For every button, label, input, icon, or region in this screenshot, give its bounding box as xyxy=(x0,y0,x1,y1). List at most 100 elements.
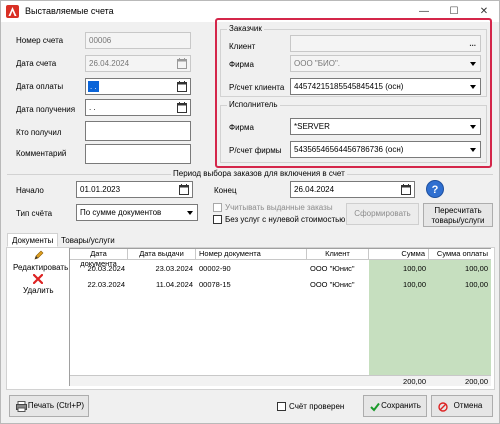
help-icon: ? xyxy=(431,184,439,196)
calendar-icon[interactable] xyxy=(177,58,187,69)
invoice-date-value: 26.04.2024 xyxy=(89,59,130,68)
pencil-icon[interactable] xyxy=(33,250,44,261)
start-date-value: 01.01.2023 xyxy=(80,185,121,194)
cell-sum: 100,00 xyxy=(403,280,426,289)
cell-issue-date: 11.04.2024 xyxy=(156,280,193,289)
chevron-down-icon xyxy=(187,211,193,215)
firm-account-select[interactable]: 54356546564456786736 (осн) xyxy=(290,141,481,158)
invoice-type-label: Тип счёта xyxy=(16,209,53,218)
received-by-label: Кто получил xyxy=(16,128,62,137)
cell-client: ООО "Юнис" xyxy=(310,264,355,273)
received-by-field[interactable] xyxy=(85,121,191,141)
cell-doc-number: 00002-90 xyxy=(199,264,231,273)
print-button[interactable]: Печать (Ctrl+P) xyxy=(9,395,89,417)
customer-firm-value: ООО "БИО". xyxy=(294,59,341,68)
firm-account-value: 54356546564456786736 (осн) xyxy=(294,145,404,154)
no-zero-services-label: Без услуг с нулевой стоимостью xyxy=(225,215,346,224)
col-header-doc-date[interactable]: Дата документа xyxy=(70,249,128,268)
cell-paid-sum: 100,00 xyxy=(465,280,488,289)
pay-date-field[interactable]: . . xyxy=(85,78,191,95)
client-label: Клиент xyxy=(229,42,256,51)
col-header-client[interactable]: Клиент xyxy=(307,249,369,260)
chevron-down-icon xyxy=(470,62,476,66)
end-date-field[interactable]: 26.04.2024 xyxy=(290,181,415,198)
invoice-type-value: По сумме документов xyxy=(80,208,162,217)
cancel-label: Отмена xyxy=(453,401,483,410)
start-date-field[interactable]: 01.01.2023 xyxy=(76,181,193,198)
start-label: Начало xyxy=(16,186,44,195)
customer-firm-select[interactable]: ООО "БИО". xyxy=(290,55,481,72)
invoice-window: Выставляемые счета — ☐ ✕ Номер счета 000… xyxy=(0,0,500,424)
col-header-issue-date[interactable]: Дата выдачи xyxy=(128,249,196,260)
app-logo-icon xyxy=(6,5,19,18)
pay-date-label: Дата оплаты xyxy=(16,82,64,91)
cancel-button[interactable]: Отмена xyxy=(431,395,493,417)
invoice-number-field[interactable]: 00006 xyxy=(85,32,191,49)
cell-sum: 100,00 xyxy=(403,264,426,273)
calendar-icon[interactable] xyxy=(177,102,187,113)
consider-issued-label: Учитывать выданные заказы xyxy=(225,203,333,212)
save-label: Сохранить xyxy=(381,401,421,410)
chevron-down-icon xyxy=(470,125,476,129)
form-button[interactable]: Сформировать xyxy=(346,203,419,225)
calendar-icon[interactable] xyxy=(179,184,189,195)
delete-button[interactable]: Удалить xyxy=(23,286,54,295)
client-field[interactable]: ... xyxy=(290,35,481,52)
customer-firm-label: Фирма xyxy=(229,60,254,69)
cell-paid-sum: 100,00 xyxy=(465,264,488,273)
cell-doc-date: 20.03.2024 xyxy=(87,264,125,273)
invoice-checked-checkbox[interactable] xyxy=(277,402,286,411)
checkmark-icon xyxy=(370,402,380,412)
printer-icon xyxy=(16,401,27,412)
client-account-label: Р/счет клиента xyxy=(229,83,285,92)
executor-group-title: Исполнитель xyxy=(227,100,280,109)
comment-field[interactable] xyxy=(85,144,191,164)
cell-issue-date: 23.03.2024 xyxy=(155,264,193,273)
calendar-icon[interactable] xyxy=(177,81,187,92)
recalc-line1: Пересчитать xyxy=(434,206,482,215)
recalc-line2: товары/услуги xyxy=(431,216,485,225)
consider-issued-checkbox[interactable] xyxy=(213,203,222,212)
cell-doc-date: 22.03.2024 xyxy=(87,280,125,289)
col-header-sum[interactable]: Сумма xyxy=(369,249,429,260)
totals-row: 200,00 200,00 xyxy=(70,375,491,386)
documents-table: Дата документа Дата выдачи Номер докумен… xyxy=(69,248,491,386)
customer-group-title: Заказчик xyxy=(227,24,264,33)
client-account-select[interactable]: 44574215185545845415 (осн) xyxy=(290,78,481,95)
chevron-down-icon xyxy=(470,148,476,152)
total-paid-sum: 200,00 xyxy=(465,377,488,386)
invoice-checked-label: Счёт проверен xyxy=(289,402,345,411)
calendar-icon[interactable] xyxy=(401,184,411,195)
print-label: Печать (Ctrl+P) xyxy=(27,401,85,410)
period-title: Период выбора заказов для включения в сч… xyxy=(171,169,347,178)
col-header-paid-sum[interactable]: Сумма оплаты xyxy=(429,249,491,260)
delete-icon[interactable] xyxy=(33,274,43,284)
tab-documents[interactable]: Документы xyxy=(7,233,59,247)
edit-button[interactable]: Редактировать xyxy=(13,263,68,272)
invoice-type-select[interactable]: По сумме документов xyxy=(76,204,198,221)
receive-date-value: . . xyxy=(89,103,96,112)
receive-date-field[interactable]: . . xyxy=(85,99,191,116)
client-account-value: 44574215185545845415 (осн) xyxy=(294,82,404,91)
executor-firm-select[interactable]: *SERVER xyxy=(290,118,481,135)
cell-doc-number: 00078-15 xyxy=(199,280,231,289)
invoice-date-field[interactable]: 26.04.2024 xyxy=(85,55,191,72)
help-button[interactable]: ? xyxy=(426,180,444,198)
chevron-down-icon xyxy=(470,85,476,89)
client-browse-button[interactable]: ... xyxy=(469,36,476,51)
end-date-value: 26.04.2024 xyxy=(294,185,335,194)
window-title: Выставляемые счета xyxy=(25,6,114,16)
receive-date-label: Дата получения xyxy=(16,105,76,114)
firm-account-label: Р/счет фирмы xyxy=(229,146,282,155)
save-button[interactable]: Сохранить xyxy=(363,395,427,417)
end-label: Конец xyxy=(214,186,237,195)
total-sum: 200,00 xyxy=(403,377,426,386)
comment-label: Комментарий xyxy=(16,149,67,158)
no-zero-services-checkbox[interactable] xyxy=(213,215,222,224)
tab-goods-services[interactable]: Товары/услуги xyxy=(57,234,119,248)
executor-firm-value: *SERVER xyxy=(294,122,330,131)
recalc-button[interactable]: Пересчитать товары/услуги xyxy=(423,203,493,227)
cancel-icon xyxy=(438,402,448,412)
invoice-number-label: Номер счета xyxy=(16,36,64,45)
col-header-doc-number[interactable]: Номер документа xyxy=(196,249,307,260)
